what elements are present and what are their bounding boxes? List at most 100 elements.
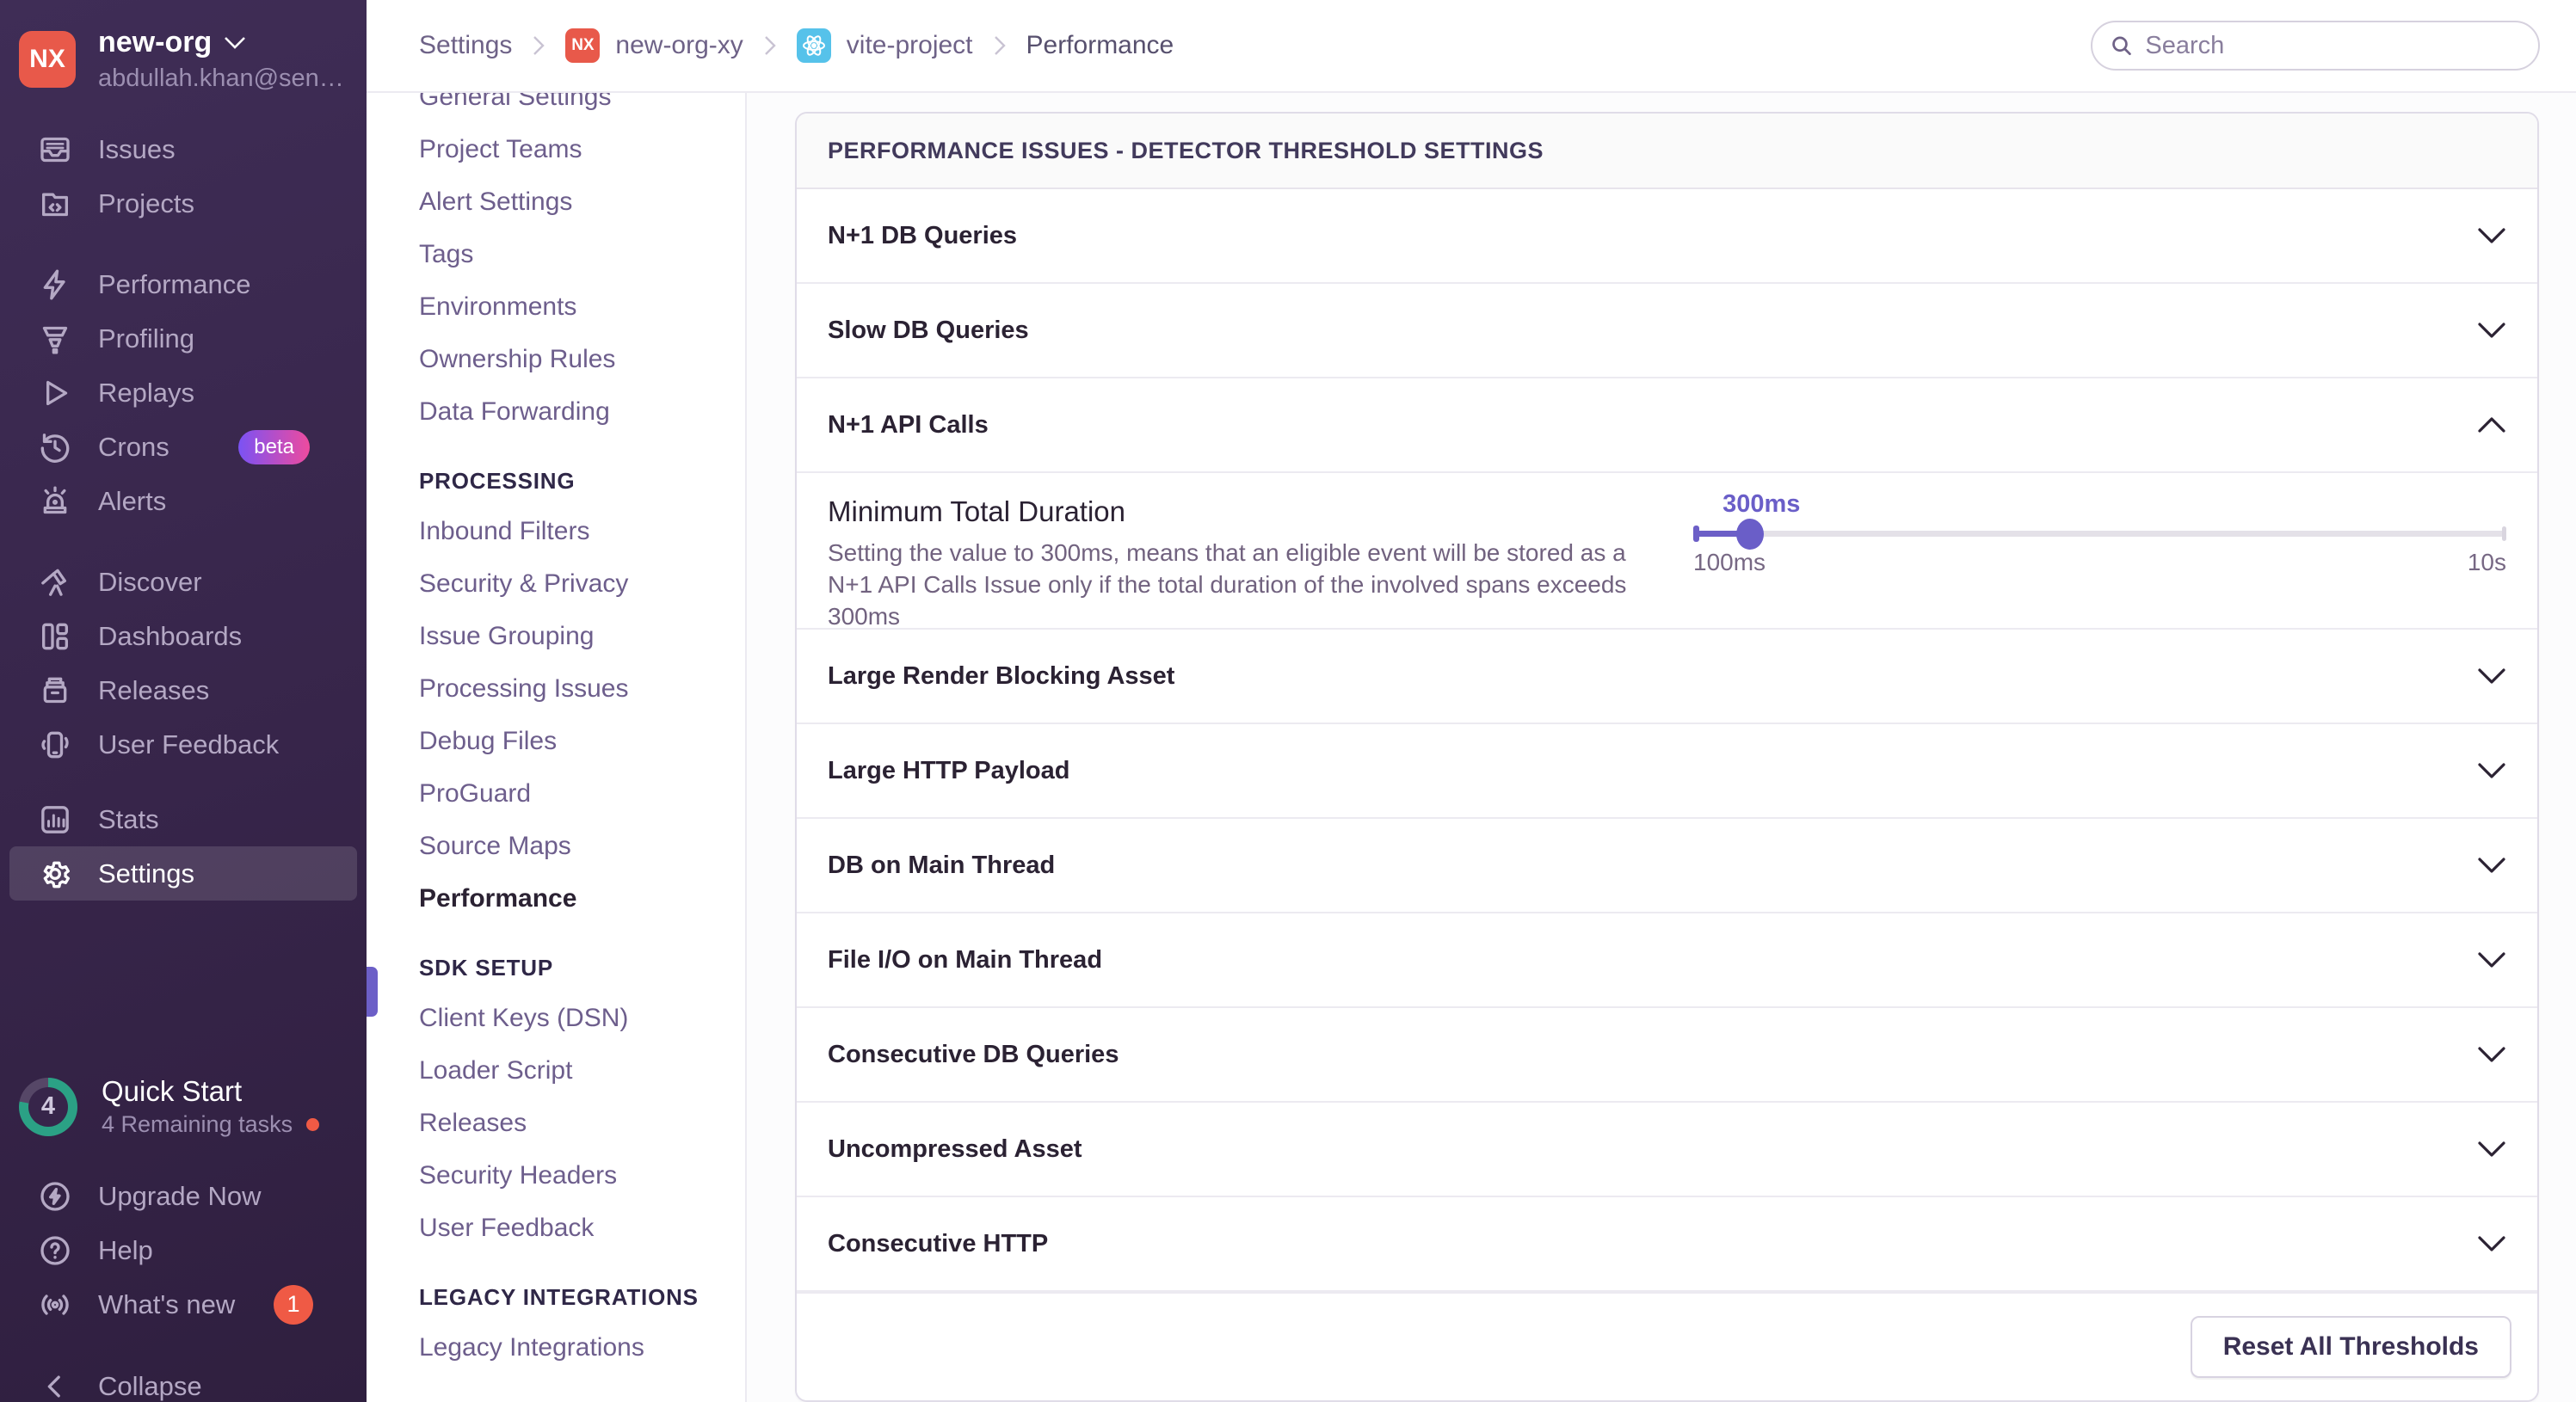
sidebar-item-user-feedback[interactable]: User Feedback <box>0 717 367 772</box>
search-input[interactable] <box>2145 31 2521 60</box>
sidebar-item-replays[interactable]: Replays <box>0 366 367 420</box>
dashboards-icon <box>38 619 72 654</box>
gear-icon <box>38 857 72 891</box>
org-crumb-avatar: NX <box>565 28 601 63</box>
active-item-indicator <box>367 967 378 1017</box>
sidebar-item-releases[interactable]: Releases <box>0 663 367 717</box>
archive-icon <box>38 673 72 708</box>
breadcrumb: Settings NX new-org-xy vite-project Perf… <box>419 28 1174 63</box>
chevron-down-icon <box>2478 1236 2505 1251</box>
org-email: abdullah.khan@sen… <box>98 65 344 92</box>
settings-nav-tags[interactable]: Tags <box>419 228 745 280</box>
slider-max-label: 10s <box>2467 549 2506 575</box>
quick-start-count: 4 <box>28 1086 68 1127</box>
sidebar-collapse-button[interactable]: Collapse <box>0 1359 367 1402</box>
settings-nav-issue-grouping[interactable]: Issue Grouping <box>419 610 745 662</box>
sidebar-item-profiling[interactable]: Profiling <box>0 311 367 366</box>
sidebar-item-projects[interactable]: Projects <box>0 176 367 231</box>
settings-nav-performance[interactable]: Performance <box>419 872 745 925</box>
main-content: PERFORMANCE ISSUES - DETECTOR THRESHOLD … <box>747 93 2576 1402</box>
settings-nav-legacy-integrations[interactable]: Legacy Integrations <box>419 1321 745 1374</box>
breadcrumb-org[interactable]: NX new-org-xy <box>565 28 743 63</box>
n1-api-calls-settings: Minimum Total Duration Setting the value… <box>797 473 2537 630</box>
sidebar-item-stats[interactable]: Stats <box>0 792 367 846</box>
settings-nav-environments[interactable]: Environments <box>419 280 745 333</box>
quick-start-subtitle: 4 Remaining tasks <box>102 1111 293 1137</box>
top-header: Settings NX new-org-xy vite-project Perf… <box>367 0 2576 93</box>
sidebar-item-alerts[interactable]: Alerts <box>0 474 367 528</box>
broadcast-icon <box>38 1288 72 1322</box>
detector-row-consecutive-http[interactable]: Consecutive HTTP <box>797 1197 2537 1292</box>
settings-nav-proguard[interactable]: ProGuard <box>419 767 745 820</box>
sidebar-item-performance[interactable]: Performance <box>0 257 367 311</box>
sidebar-item-whats-new[interactable]: What's new 1 <box>0 1277 367 1331</box>
breadcrumb-project[interactable]: vite-project <box>796 28 973 63</box>
reset-all-thresholds-button[interactable]: Reset All Thresholds <box>2190 1316 2511 1378</box>
right-region: Settings NX new-org-xy vite-project Perf… <box>367 0 2576 1402</box>
sidebar-item-settings[interactable]: Settings <box>9 846 357 901</box>
slider-thumb[interactable] <box>1736 518 1765 550</box>
sidebar-item-upgrade-now[interactable]: Upgrade Now <box>0 1169 367 1223</box>
react-logo-icon <box>796 28 831 63</box>
chevron-down-icon <box>2478 323 2505 338</box>
chevron-down-icon <box>2478 1141 2505 1157</box>
settings-nav-processing-issues[interactable]: Processing Issues <box>419 662 745 715</box>
detector-row-file-io-on-main-thread[interactable]: File I/O on Main Thread <box>797 913 2537 1008</box>
app-root: NX new-org abdullah.khan@sen… Issues Pro… <box>0 0 2576 1402</box>
profiling-icon <box>38 322 72 356</box>
org-name: new-org <box>98 26 213 58</box>
settings-nav-security-privacy[interactable]: Security & Privacy <box>419 557 745 610</box>
primary-sidebar: NX new-org abdullah.khan@sen… Issues Pro… <box>0 0 367 1402</box>
slider-value-label: 300ms <box>1722 490 1801 518</box>
settings-nav-general-settings[interactable]: General Settings <box>419 93 745 123</box>
global-search[interactable] <box>2091 21 2540 71</box>
settings-secondary-nav: General Settings Project Teams Alert Set… <box>367 93 747 1402</box>
help-icon <box>38 1233 72 1268</box>
detector-row-consecutive-db-queries[interactable]: Consecutive DB Queries <box>797 1008 2537 1103</box>
sidebar-item-crons[interactable]: Crons beta <box>0 420 367 474</box>
settings-nav-debug-files[interactable]: Debug Files <box>419 715 745 767</box>
sidebar-item-discover[interactable]: Discover <box>0 555 367 609</box>
detector-row-n1-db-queries[interactable]: N+1 DB Queries <box>797 189 2537 284</box>
settings-nav-security-headers[interactable]: Security Headers <box>419 1149 745 1202</box>
settings-nav-ownership-rules[interactable]: Ownership Rules <box>419 333 745 385</box>
breadcrumb-performance: Performance <box>1026 31 1174 59</box>
quick-start-progress-ring: 4 <box>19 1077 77 1136</box>
sidebar-item-issues[interactable]: Issues <box>0 122 367 176</box>
slider-track[interactable] <box>1693 518 2506 550</box>
sidebar-item-dashboards[interactable]: Dashboards <box>0 609 367 663</box>
settings-nav-data-forwarding[interactable]: Data Forwarding <box>419 385 745 438</box>
chevron-down-icon <box>2478 228 2505 243</box>
sidebar-footer-nav: Upgrade Now Help What's new 1 Collapse <box>0 1169 367 1402</box>
settings-nav-loader-script[interactable]: Loader Script <box>419 1044 745 1097</box>
chevron-right-icon <box>533 36 545 55</box>
bar-chart-icon <box>38 802 72 837</box>
settings-nav-user-feedback[interactable]: User Feedback <box>419 1202 745 1254</box>
clock-history-icon <box>38 430 72 464</box>
settings-nav-inbound-filters[interactable]: Inbound Filters <box>419 505 745 557</box>
chevron-up-icon <box>2478 417 2505 433</box>
detector-row-large-render-blocking-asset[interactable]: Large Render Blocking Asset <box>797 630 2537 724</box>
sidebar-nav: Issues Projects Performance Profiling Re… <box>0 122 367 901</box>
breadcrumb-settings[interactable]: Settings <box>419 31 512 60</box>
chevron-right-icon <box>994 36 1006 55</box>
settings-nav-source-maps[interactable]: Source Maps <box>419 820 745 872</box>
notification-dot <box>306 1118 320 1131</box>
detector-threshold-panel: PERFORMANCE ISSUES - DETECTOR THRESHOLD … <box>795 112 2539 1402</box>
settings-nav-releases[interactable]: Releases <box>419 1097 745 1149</box>
org-switcher[interactable]: NX new-org abdullah.khan@sen… <box>0 0 367 93</box>
settings-nav-client-keys[interactable]: Client Keys (DSN) <box>419 992 745 1044</box>
detector-row-n1-api-calls[interactable]: N+1 API Calls <box>797 378 2537 473</box>
play-icon <box>38 376 72 410</box>
detector-row-db-on-main-thread[interactable]: DB on Main Thread <box>797 819 2537 913</box>
settings-nav-alert-settings[interactable]: Alert Settings <box>419 175 745 228</box>
sidebar-item-help[interactable]: Help <box>0 1223 367 1277</box>
detector-row-slow-db-queries[interactable]: Slow DB Queries <box>797 284 2537 378</box>
feedback-icon <box>38 728 72 762</box>
settings-nav-heading-sdk-setup: SDK SETUP <box>419 954 554 981</box>
quick-start-panel[interactable]: 4 Quick Start 4 Remaining tasks <box>0 1075 367 1138</box>
detector-row-uncompressed-asset[interactable]: Uncompressed Asset <box>797 1103 2537 1197</box>
detector-row-large-http-payload[interactable]: Large HTTP Payload <box>797 724 2537 819</box>
quick-start-title: Quick Start <box>102 1075 243 1107</box>
settings-nav-project-teams[interactable]: Project Teams <box>419 123 745 175</box>
